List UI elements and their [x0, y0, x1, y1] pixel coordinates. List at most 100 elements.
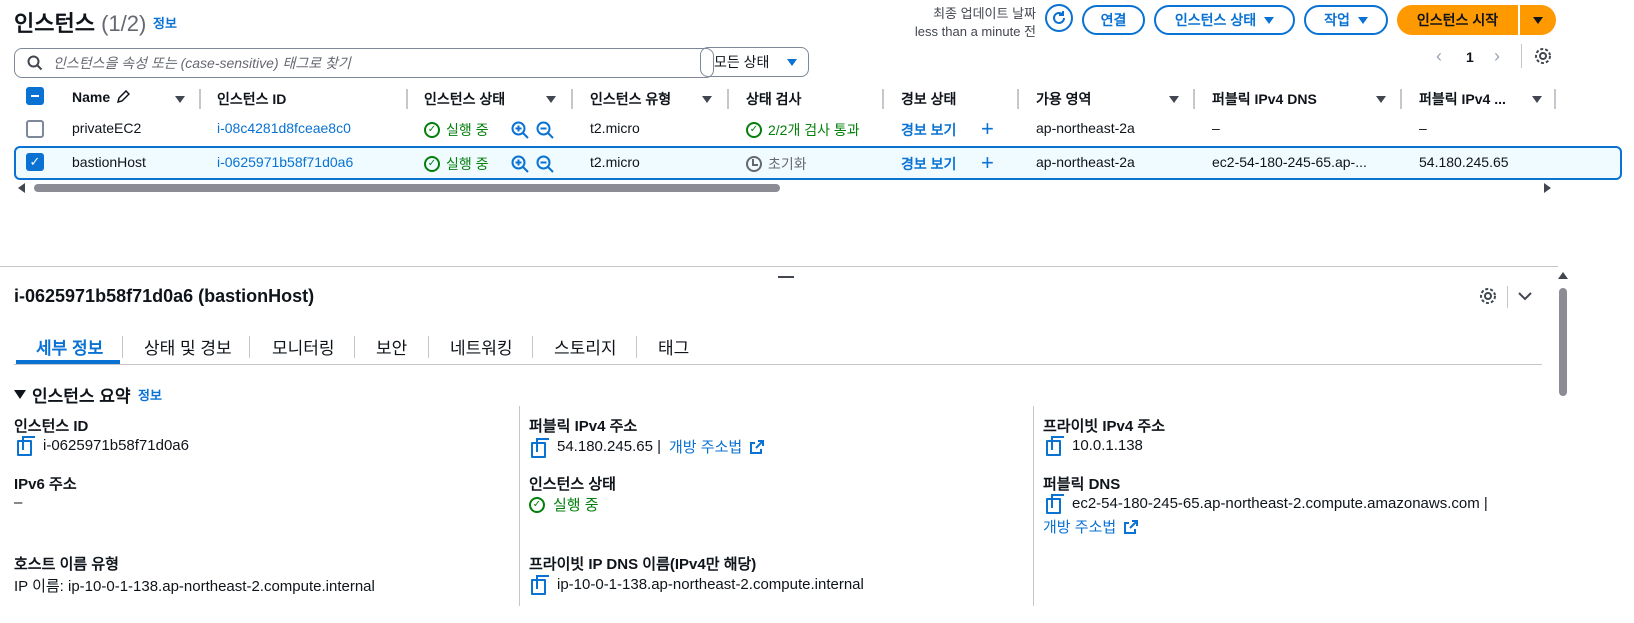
refresh-button[interactable]	[1045, 4, 1073, 32]
resize-handle[interactable]	[778, 276, 794, 278]
zoom-out-icon[interactable]	[536, 121, 554, 139]
launch-label: 인스턴스 시작	[1416, 12, 1499, 28]
prev-page-button[interactable]: ‹	[1436, 46, 1442, 67]
scroll-left-arrow[interactable]	[18, 183, 25, 193]
search-input[interactable]	[53, 55, 693, 71]
col-status-check-label: 상태 검사	[746, 91, 802, 107]
launch-dropdown-button[interactable]	[1520, 5, 1556, 35]
col-availability-zone[interactable]: 가용 영역	[1036, 89, 1091, 109]
tabs-underline	[14, 364, 1542, 365]
clock-icon	[746, 156, 762, 172]
tab-details[interactable]: 세부 정보	[36, 334, 103, 359]
sort-caret-icon[interactable]	[1532, 96, 1542, 103]
tab-tags[interactable]: 태그	[658, 334, 689, 359]
public-dns-label: 퍼블릭 DNS	[1043, 476, 1121, 493]
zoom-out-icon[interactable]	[536, 155, 554, 173]
sort-caret-icon[interactable]	[1376, 96, 1386, 103]
view-alarms-link[interactable]: 경보 보기	[901, 120, 956, 140]
col-instance-id[interactable]: 인스턴스 ID	[217, 89, 286, 109]
col-public-dns[interactable]: 퍼블릭 IPv4 DNS	[1212, 89, 1317, 109]
open-address-link[interactable]: 개방 주소법	[1043, 516, 1116, 537]
state-select[interactable]: 모든 상태	[700, 47, 809, 77]
cell-state: ✓ 실행 중	[424, 154, 489, 174]
info-link[interactable]: 정보	[138, 385, 162, 404]
hostname-type-label: 호스트 이름 유형	[14, 556, 119, 573]
col-instance-id-label: 인스턴스 ID	[217, 91, 287, 107]
instance-state-button[interactable]: 인스턴스 상태	[1154, 5, 1295, 35]
last-updated-value: less than a minute 전	[914, 24, 1036, 39]
ipv6-label: IPv6 주소	[14, 476, 77, 493]
instance-id-text: i-0625971b58f71d0a6	[43, 436, 189, 454]
last-updated-label: 최종 업데이트 날짜	[933, 6, 1036, 21]
connect-button[interactable]: 연결	[1082, 5, 1145, 35]
settings-gear-icon[interactable]	[1479, 287, 1497, 305]
instance-state-label: 인스턴스 상태	[1174, 12, 1257, 28]
public-dns-text: ec2-54-180-245-65.ap-northeast-2.compute…	[1072, 494, 1488, 512]
chevron-down-icon[interactable]	[1517, 290, 1533, 302]
column-divider	[1017, 89, 1019, 109]
col-status-check[interactable]: 상태 검사	[746, 89, 801, 109]
column-divider	[1554, 89, 1556, 109]
add-alarm-icon[interactable]: +	[981, 116, 994, 142]
settings-gear-icon[interactable]	[1534, 47, 1552, 65]
copy-icon[interactable]	[531, 437, 549, 458]
view-alarms-link[interactable]: 경보 보기	[901, 154, 956, 174]
select-all-checkbox[interactable]	[26, 87, 44, 105]
tab-divider	[636, 336, 637, 358]
horizontal-scrollbar-thumb[interactable]	[34, 184, 780, 192]
copy-icon[interactable]	[1046, 436, 1064, 456]
zoom-in-icon[interactable]	[511, 155, 529, 173]
tab-security[interactable]: 보안	[376, 334, 407, 359]
tab-divider	[122, 336, 123, 358]
zoom-in-icon[interactable]	[511, 121, 529, 139]
launch-instance-button[interactable]: 인스턴스 시작	[1397, 5, 1518, 35]
tab-status-alarms[interactable]: 상태 및 경보	[144, 334, 232, 359]
instance-state-label: 인스턴스 상태	[529, 476, 616, 493]
cell-az: ap-northeast-2a	[1036, 120, 1135, 136]
tab-monitoring[interactable]: 모니터링	[272, 334, 335, 359]
instance-state-value: ✓ 실행 중	[529, 494, 599, 515]
sort-caret-icon[interactable]	[1169, 96, 1179, 103]
page-title: 인스턴스 (1/2)	[14, 6, 146, 38]
col-public-ip[interactable]: 퍼블릭 IPv4 ...	[1419, 89, 1506, 109]
private-ipv4-value: 10.0.1.138	[1046, 436, 1143, 456]
actions-button[interactable]: 작업	[1304, 5, 1388, 35]
tab-networking[interactable]: 네트워킹	[450, 334, 513, 359]
private-ipv4-label: 프라이빗 IPv4 주소	[1043, 418, 1165, 435]
col-instance-type[interactable]: 인스턴스 유형	[590, 89, 671, 109]
private-dns-text: ip-10-0-1-138.ap-northeast-2.compute.int…	[557, 575, 864, 593]
column-divider	[571, 89, 573, 109]
next-page-button[interactable]: ›	[1494, 46, 1500, 67]
copy-icon[interactable]	[531, 575, 549, 595]
add-alarm-icon[interactable]: +	[981, 150, 994, 176]
col-instance-state[interactable]: 인스턴스 상태	[424, 89, 505, 109]
open-address-link[interactable]: 개방 주소법	[669, 436, 742, 457]
private-ipv4-text: 10.0.1.138	[1072, 436, 1143, 454]
row-checkbox[interactable]: ✓	[26, 153, 44, 171]
public-dns-open-address: 개방 주소법	[1043, 516, 1139, 537]
hostname-type-value: IP 이름: ip-10-0-1-138.ap-northeast-2.comp…	[14, 578, 375, 595]
sort-caret-icon[interactable]	[702, 96, 712, 103]
copy-icon[interactable]	[17, 436, 35, 456]
col-alarm-status[interactable]: 경보 상태	[901, 89, 956, 109]
vertical-scrollbar-thumb[interactable]	[1559, 288, 1567, 396]
external-link-icon[interactable]	[1124, 519, 1139, 534]
section-toggle[interactable]: 인스턴스 요약	[14, 382, 131, 407]
section-title: 인스턴스 요약	[32, 387, 131, 406]
sort-caret-icon[interactable]	[175, 96, 185, 103]
tab-storage[interactable]: 스토리지	[554, 334, 617, 359]
page-number[interactable]: 1	[1466, 49, 1474, 65]
row-checkbox[interactable]	[26, 120, 44, 138]
column-divider	[1193, 89, 1195, 109]
external-link-icon[interactable]	[750, 439, 765, 454]
search-box[interactable]	[14, 48, 714, 78]
instance-id-link[interactable]: i-0625971b58f71d0a6	[217, 154, 353, 170]
instance-id-link[interactable]: i-08c4281d8fceae8c0	[217, 120, 351, 136]
tab-divider	[354, 336, 355, 358]
scroll-right-arrow[interactable]	[1544, 183, 1551, 193]
copy-icon[interactable]	[1046, 494, 1064, 514]
scroll-up-arrow[interactable]	[1558, 272, 1568, 279]
col-name[interactable]: Name	[72, 89, 131, 105]
info-link[interactable]: 정보	[153, 13, 177, 32]
sort-caret-icon[interactable]	[546, 96, 556, 103]
